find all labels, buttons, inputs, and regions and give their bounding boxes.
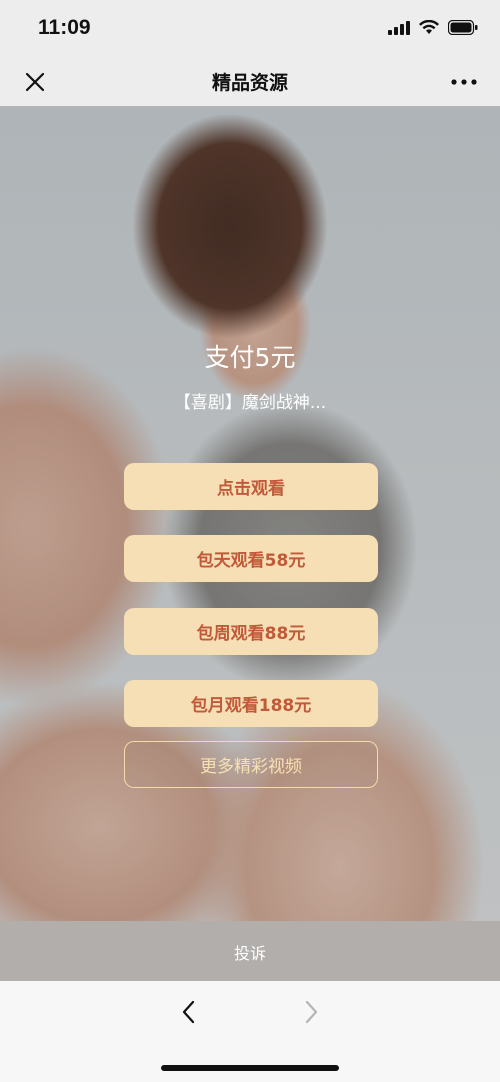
nav-bar: 精品资源 — [0, 58, 500, 106]
report-bar: 投诉 — [0, 921, 500, 981]
status-icons — [388, 19, 478, 39]
report-link[interactable]: 投诉 — [0, 940, 500, 964]
status-time: 11:09 — [38, 16, 91, 39]
chevron-left-icon[interactable] — [178, 999, 200, 1025]
daily-pass-button[interactable]: 包天观看58元 — [124, 535, 378, 582]
battery-icon — [447, 19, 478, 39]
more-videos-button[interactable]: 更多精彩视频 — [124, 741, 378, 788]
monthly-pass-button[interactable]: 包月观看188元 — [124, 680, 378, 727]
signal-icon — [388, 20, 410, 39]
chevron-right-icon[interactable] — [300, 999, 322, 1025]
weekly-pass-button[interactable]: 包周观看88元 — [124, 608, 378, 655]
pay-title: 支付5元 — [204, 343, 296, 372]
more-icon[interactable] — [450, 72, 478, 92]
wifi-icon — [419, 19, 439, 39]
page-title: 精品资源 — [211, 72, 288, 94]
status-bar: 11:09 — [0, 0, 500, 58]
video-title: 【喜剧】魔剑战神... — [173, 393, 327, 413]
home-indicator — [161, 1065, 339, 1071]
watch-button[interactable]: 点击观看 — [124, 463, 378, 510]
paywall-content: 支付5元 【喜剧】魔剑战神... 点击观看 包天观看58元 包周观看88元 包月… — [0, 106, 500, 921]
browser-toolbar — [0, 981, 500, 1082]
